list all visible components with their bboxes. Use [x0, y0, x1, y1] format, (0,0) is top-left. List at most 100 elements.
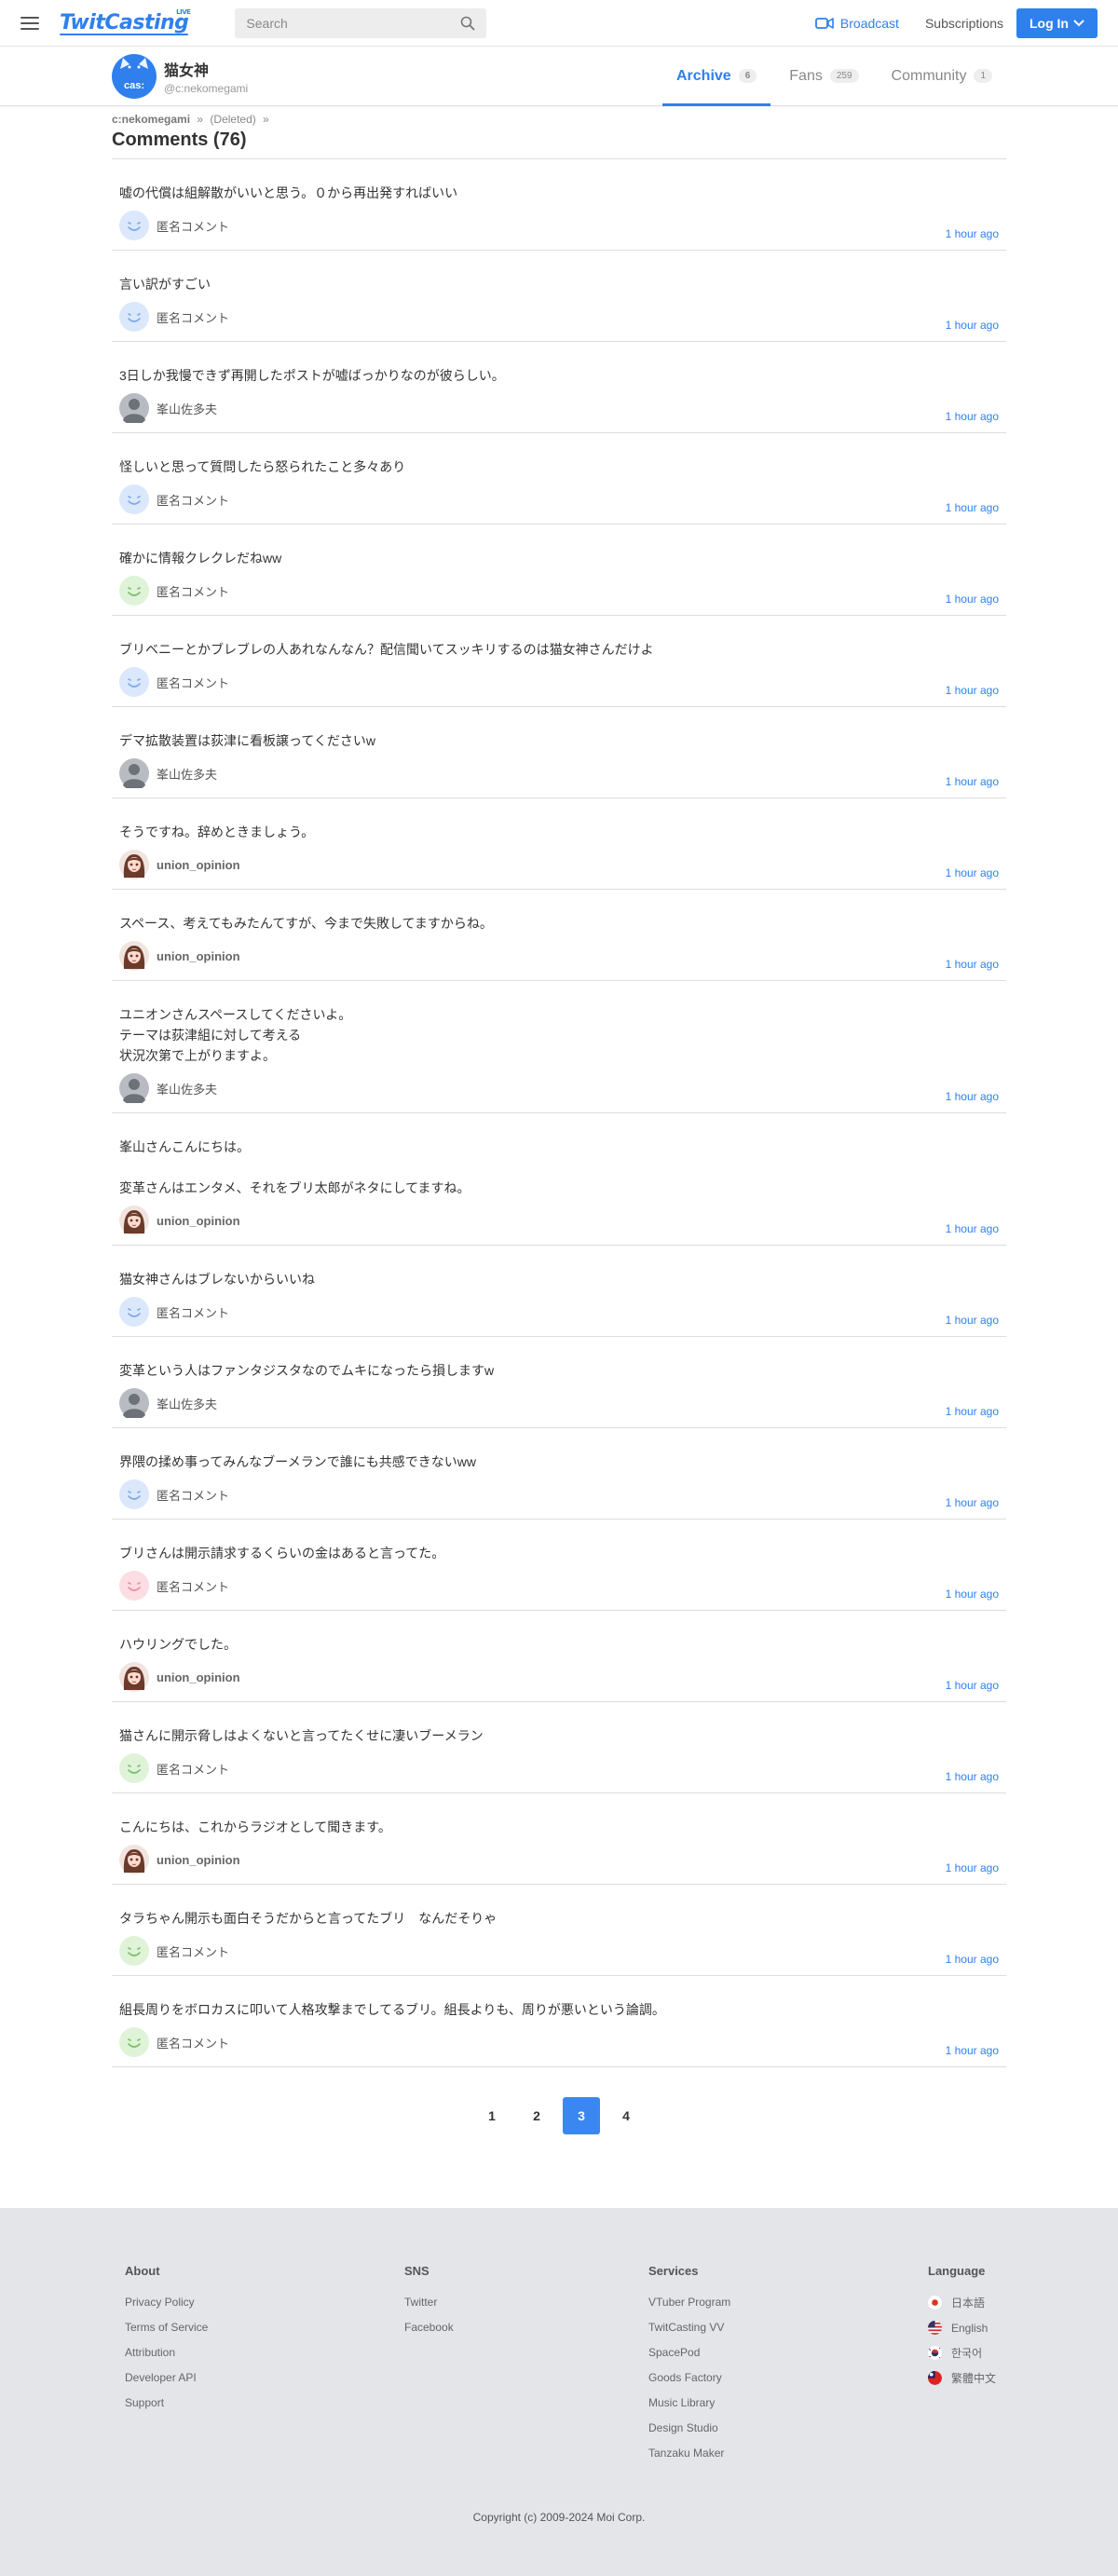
comment-timestamp-link[interactable]: 1 hour ago: [946, 319, 999, 332]
comment-timestamp-link[interactable]: 1 hour ago: [946, 410, 999, 423]
footer-link[interactable]: Design Studio: [648, 2421, 928, 2434]
page-1-button[interactable]: 1: [473, 2097, 511, 2134]
comment-user-name[interactable]: union_opinion: [157, 1670, 240, 1684]
comment-timestamp-link[interactable]: 1 hour ago: [946, 1496, 999, 1509]
tab-community[interactable]: Community 1: [878, 47, 1006, 105]
comment-user-name[interactable]: union_opinion: [157, 1853, 240, 1867]
comment-text: そうですね。辞めときましょう。: [119, 825, 315, 839]
page-4-button[interactable]: 4: [607, 2097, 645, 2134]
user-avatar[interactable]: [119, 850, 149, 879]
user-avatar[interactable]: [119, 393, 149, 426]
comment-timestamp-link[interactable]: 1 hour ago: [946, 1953, 999, 1966]
footer-link[interactable]: Music Library: [648, 2396, 928, 2409]
footer-link[interactable]: Twitter: [404, 2296, 648, 2309]
footer-link[interactable]: Facebook: [404, 2321, 648, 2334]
user-avatar: [119, 1571, 149, 1601]
comment-user-name[interactable]: union_opinion: [157, 949, 240, 963]
broadcast-button[interactable]: Broadcast: [815, 16, 899, 31]
breadcrumb-movie[interactable]: (Deleted): [210, 113, 255, 126]
footer-column-about: About Privacy Policy Terms of Service Attri…: [125, 2264, 404, 2472]
comment-item: ブリさんは開示請求するくらいの金はあると言ってた。 匿名コメント 1 hour ag…: [112, 1520, 1006, 1611]
menu-icon[interactable]: [20, 16, 39, 30]
user-avatar: [119, 2027, 149, 2057]
search-icon[interactable]: [460, 16, 475, 31]
language-option[interactable]: 繁體中文: [928, 2371, 996, 2385]
tab-fans[interactable]: Fans 259: [775, 47, 872, 105]
comment-text: 界隈の揉め事ってみんなブーメランで誰にも共感できないww: [119, 1454, 476, 1469]
comment-list: 嘘の代償は組解散がいいと思う。０から再出発すればいい 匿名コメント 1 hour a…: [112, 159, 1006, 2067]
site-logo[interactable]: TwitCasting LIVE: [60, 8, 191, 35]
comment-user-name[interactable]: union_opinion: [157, 858, 240, 872]
footer-link[interactable]: VTuber Program: [648, 2296, 928, 2309]
comment-text: 怪しいと思って質問したら怒られたこと多々あり: [119, 459, 406, 474]
comment-timestamp-link[interactable]: 1 hour ago: [946, 1770, 999, 1783]
user-avatar[interactable]: [119, 1662, 149, 1692]
comment-timestamp-link[interactable]: 1 hour ago: [946, 1405, 999, 1418]
footer-link[interactable]: Goods Factory: [648, 2371, 928, 2384]
language-option[interactable]: 한국어: [928, 2346, 996, 2360]
user-avatar[interactable]: [119, 941, 149, 971]
comment-user-name: 匿名コメント: [157, 1944, 230, 1959]
breadcrumb-user[interactable]: c:nekomegami: [112, 113, 190, 126]
comment-user-name[interactable]: 峯山佐多夫: [157, 1395, 217, 1412]
comment-timestamp-link[interactable]: 1 hour ago: [946, 593, 999, 606]
comment-timestamp-link[interactable]: 1 hour ago: [946, 1222, 999, 1235]
comment-item: ハウリングでした。 union_opinion 1 hour ago: [112, 1611, 1006, 1702]
comment-item: 猫さんに開示脅しはよくないと言ってたくせに凄いブーメラン 匿名コメント 1 hour…: [112, 1702, 1006, 1793]
comment-timestamp-link[interactable]: 1 hour ago: [946, 866, 999, 879]
footer-link[interactable]: SpacePod: [648, 2346, 928, 2359]
comment-item: ユニオンさんスペースしてくださいよ。 テーマは荻津組に対して考える 状況次第で上…: [112, 981, 1006, 1113]
comment-item: 言い訳がすごい 匿名コメント 1 hour ago: [112, 251, 1006, 342]
user-avatar: [119, 1479, 149, 1509]
comment-timestamp-link[interactable]: 1 hour ago: [946, 1861, 999, 1874]
profile-name[interactable]: 猫女神: [164, 58, 248, 80]
video-camera-icon: [815, 17, 834, 29]
comment-text: 確かに情報クレクレだねww: [119, 551, 282, 566]
page-3-button[interactable]: 3: [563, 2097, 600, 2134]
user-avatar[interactable]: [119, 1845, 149, 1874]
language-option[interactable]: English: [928, 2321, 996, 2335]
comment-text: ユニオンさんスペースしてくださいよ。 テーマは荻津組に対して考える 状況次第で上…: [119, 1007, 352, 1063]
footer-column-services: Services VTuber Program TwitCasting VV Spac…: [648, 2264, 928, 2472]
comment-user-name: 匿名コメント: [157, 2036, 230, 2051]
footer-link[interactable]: Terms of Service: [125, 2321, 404, 2334]
comment-timestamp-link[interactable]: 1 hour ago: [946, 684, 999, 697]
search-input[interactable]: [246, 15, 461, 31]
comment-timestamp-link[interactable]: 1 hour ago: [946, 1679, 999, 1692]
user-avatar[interactable]: [119, 1073, 149, 1106]
user-avatar[interactable]: [119, 758, 149, 791]
profile-avatar[interactable]: cas:: [112, 53, 157, 99]
comment-timestamp-link[interactable]: 1 hour ago: [946, 2044, 999, 2057]
comment-timestamp-link[interactable]: 1 hour ago: [946, 958, 999, 971]
comment-timestamp-link[interactable]: 1 hour ago: [946, 501, 999, 514]
footer-link[interactable]: Tanzaku Maker: [648, 2447, 928, 2460]
comment-user-name[interactable]: union_opinion: [157, 1214, 240, 1228]
comment-user-name[interactable]: 峯山佐多夫: [157, 765, 217, 783]
footer-link[interactable]: Privacy Policy: [125, 2296, 404, 2309]
login-button[interactable]: Log In: [1016, 7, 1098, 38]
page-2-button[interactable]: 2: [518, 2097, 555, 2134]
main-content: c:nekomegami » (Deleted) » Comments (76)…: [112, 113, 1006, 2134]
footer-link[interactable]: Support: [125, 2396, 404, 2409]
footer-link[interactable]: TwitCasting VV: [648, 2321, 928, 2334]
language-option[interactable]: 日本語: [928, 2296, 996, 2310]
comment-timestamp-link[interactable]: 1 hour ago: [946, 1090, 999, 1103]
comment-timestamp-link[interactable]: 1 hour ago: [946, 1314, 999, 1327]
comment-item: 猫女神さんはブレないからいいね 匿名コメント 1 hour ago: [112, 1246, 1006, 1337]
broadcast-label: Broadcast: [839, 15, 899, 31]
comment-timestamp-link[interactable]: 1 hour ago: [946, 227, 999, 240]
comment-item: 組長周りをボロカスに叩いて人格攻撃までしてるブリ。組長よりも、周りが悪いという論…: [112, 1976, 1006, 2067]
footer-column-title: Language: [928, 2264, 986, 2278]
user-avatar[interactable]: [119, 1206, 149, 1235]
comment-timestamp-link[interactable]: 1 hour ago: [946, 1588, 999, 1601]
comment-user-name[interactable]: 峯山佐多夫: [157, 1080, 217, 1097]
user-avatar[interactable]: [119, 1388, 149, 1421]
tab-count-badge: 259: [829, 69, 859, 83]
tab-archive[interactable]: Archive 6: [662, 47, 771, 106]
comment-user-name[interactable]: 峯山佐多夫: [157, 400, 217, 417]
subscriptions-link[interactable]: Subscriptions: [925, 16, 1003, 31]
footer-link[interactable]: Attribution: [125, 2346, 404, 2359]
comment-timestamp-link[interactable]: 1 hour ago: [946, 775, 999, 788]
search-box: [235, 7, 487, 38]
footer-link[interactable]: Developer API: [125, 2371, 404, 2384]
